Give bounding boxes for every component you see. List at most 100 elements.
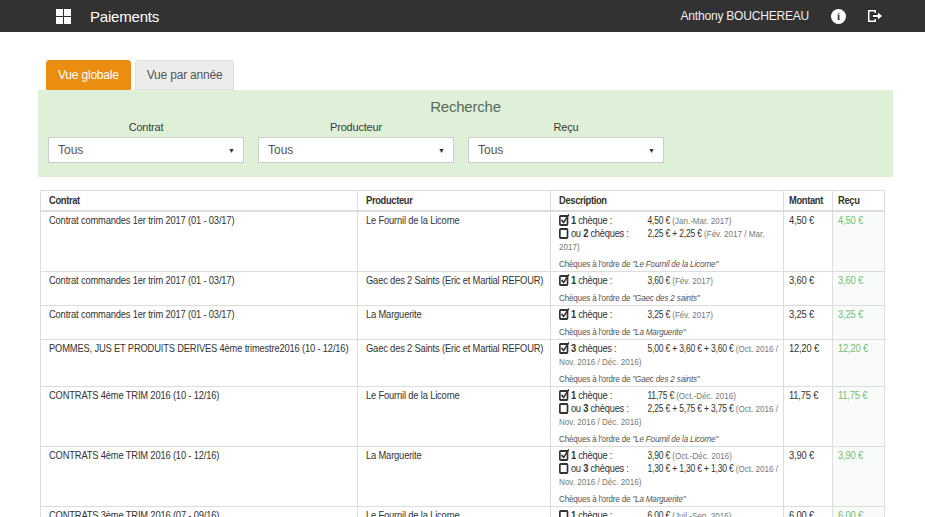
- column-header-recu: Reçu: [833, 191, 885, 212]
- user-name: Anthony BOUCHEREAU: [681, 9, 809, 23]
- montant-cell: 3,90 €: [784, 447, 833, 507]
- cheque-option: 1 chèque :3,90 € (Oct.-Déc. 2016): [559, 449, 779, 462]
- cheque-amount: 3,25 €: [647, 309, 672, 320]
- payments-table: ContratProducteurDescriptionMontantReçu …: [40, 190, 885, 517]
- contrat-cell: CONTRATS 3ème TRIM 2016 (07 - 09/16): [41, 507, 358, 517]
- search-panel: Recherche Contrat Tous▼ Producteur Tous▼ Reç…: [38, 90, 893, 177]
- tab-vue-par-annee[interactable]: Vue par année: [135, 60, 235, 90]
- description-cell: 1 chèque :3,25 € (Fév. 2017) Chèques à l'…: [551, 306, 784, 340]
- cheque-option: ou 2 chèques :2,25 € + 2,25 € (Fév. 2017…: [559, 227, 779, 253]
- info-icon[interactable]: i: [831, 9, 846, 24]
- description-cell: 1 chèque :4,50 € (Jan.-Mar. 2017)ou 2 ch…: [551, 211, 784, 272]
- table-header-row: ContratProducteurDescriptionMontantReçu: [41, 191, 885, 212]
- cheque-amount: 3,90 €: [647, 450, 672, 461]
- cheque-period: (Oct.-Déc. 2016): [676, 390, 736, 401]
- column-header-prod: Producteur: [358, 191, 551, 212]
- cheque-option: ou 3 chèques :2,25 € + 5,75 € + 3,75 € (…: [559, 402, 779, 428]
- top-bar: Paiements Anthony BOUCHEREAU i: [0, 0, 925, 32]
- checkbox-unchecked-icon: [559, 510, 568, 517]
- cheque-option: 3 chèques :5,00 € + 3,60 € + 3,60 € (Oct…: [559, 342, 779, 368]
- cheque-amount: 5,00 € + 3,60 € + 3,60 €: [647, 343, 735, 354]
- cheque-period: (Jan.-Mar. 2017): [672, 215, 731, 226]
- description-cell: 1 chèque :3,90 € (Oct.-Déc. 2016)ou 3 ch…: [551, 447, 784, 507]
- search-title: Recherche: [48, 98, 883, 115]
- table-row: CONTRATS 4ème TRIM 2016 (10 - 12/16)Le F…: [41, 387, 885, 447]
- description-cell: 3 chèques :5,00 € + 3,60 € + 3,60 € (Oct…: [551, 340, 784, 387]
- montant-cell: 6,00 €: [784, 507, 833, 517]
- cheque-period: (Fév. 2017): [672, 309, 713, 320]
- cheque-ordre-note: Chèques à l'ordre de "Gaec des 2 saints": [559, 292, 779, 303]
- tab-vue-globale[interactable]: Vue globale: [46, 60, 131, 90]
- column-header-contrat: Contrat: [41, 191, 358, 212]
- page-title: Paiements: [90, 8, 159, 25]
- recu-cell: 11,75 €: [833, 387, 885, 447]
- cheque-ordre-note: Chèques à l'ordre de "Le Fournil de la L…: [559, 433, 779, 444]
- checkbox-unchecked-icon: [559, 403, 568, 414]
- montant-cell: 3,25 €: [784, 306, 833, 340]
- cheque-option: 1 chèque :3,60 € (Fév. 2017): [559, 274, 779, 287]
- filter-select-contrat[interactable]: Tous▼: [48, 137, 244, 163]
- description-cell: 1 chèque :6,00 € (Juil.-Sep. 2016): [551, 507, 784, 517]
- table-row: CONTRATS 3ème TRIM 2016 (07 - 09/16)Le F…: [41, 507, 885, 517]
- table-row: Contrat commandes 1er trim 2017 (01 - 03…: [41, 306, 885, 340]
- contrat-cell: CONTRATS 4ème TRIM 2016 (10 - 12/16): [41, 387, 358, 447]
- cheque-amount: 2,25 € + 5,75 € + 3,75 €: [647, 403, 735, 414]
- cheque-amount: 4,50 €: [647, 215, 672, 226]
- contrat-cell: POMMES, JUS ET PRODUITS DERIVES 4ème tri…: [41, 340, 358, 387]
- cheque-option: ou 3 chèques :1,30 € + 1,30 € + 1,30 € (…: [559, 462, 779, 488]
- cheque-option: 1 chèque :6,00 € (Juil.-Sep. 2016): [559, 509, 779, 517]
- chevron-down-icon: ▼: [648, 147, 655, 154]
- recu-cell: 12,20 €: [833, 340, 885, 387]
- cheque-ordre-note: Chèques à l'ordre de "Le Fournil de la L…: [559, 258, 779, 269]
- column-header-mont: Montant: [784, 191, 833, 212]
- checkbox-unchecked-icon: [559, 228, 568, 239]
- producteur-cell: Le Fournil de la Licorne: [358, 507, 551, 517]
- filter-label: Producteur: [258, 121, 454, 133]
- cheque-period: (Juil.-Sep. 2016): [672, 510, 731, 517]
- contrat-cell: Contrat commandes 1er trim 2017 (01 - 03…: [41, 211, 358, 272]
- filter-select-reçu[interactable]: Tous▼: [468, 137, 664, 163]
- table-row: CONTRATS 4ème TRIM 2016 (10 - 12/16)La M…: [41, 447, 885, 507]
- cheque-period: (Fév. 2017): [672, 275, 713, 286]
- checkbox-checked-icon: [559, 215, 568, 226]
- montant-cell: 11,75 €: [784, 387, 833, 447]
- cheque-amount: 1,30 € + 1,30 € + 1,30 €: [647, 463, 735, 474]
- table-row: POMMES, JUS ET PRODUITS DERIVES 4ème tri…: [41, 340, 885, 387]
- description-cell: 1 chèque :11,75 € (Oct.-Déc. 2016)ou 3 c…: [551, 387, 784, 447]
- contrat-cell: Contrat commandes 1er trim 2017 (01 - 03…: [41, 306, 358, 340]
- contrat-cell: Contrat commandes 1er trim 2017 (01 - 03…: [41, 272, 358, 306]
- producteur-cell: Gaec des 2 Saints (Eric et Martial REFOU…: [358, 272, 551, 306]
- filter-select-producteur[interactable]: Tous▼: [258, 137, 454, 163]
- checkbox-unchecked-icon: [559, 463, 568, 474]
- contrat-cell: CONTRATS 4ème TRIM 2016 (10 - 12/16): [41, 447, 358, 507]
- cheque-amount: 11,75 €: [647, 390, 676, 401]
- checkbox-checked-icon: [559, 275, 568, 286]
- recu-cell: 3,25 €: [833, 306, 885, 340]
- cheque-ordre-note: Chèques à l'ordre de "La Marguerite": [559, 326, 779, 337]
- chevron-down-icon: ▼: [438, 147, 445, 154]
- table-row: Contrat commandes 1er trim 2017 (01 - 03…: [41, 272, 885, 306]
- producteur-cell: Le Fournil de la Licorne: [358, 211, 551, 272]
- producteur-cell: Gaec des 2 Saints (Eric et Martial REFOU…: [358, 340, 551, 387]
- recu-cell: 6,00 €: [833, 507, 885, 517]
- view-tabs: Vue globaleVue par année: [46, 60, 885, 90]
- column-header-desc: Description: [551, 191, 784, 212]
- chevron-down-icon: ▼: [228, 147, 235, 154]
- cheque-option: 1 chèque :4,50 € (Jan.-Mar. 2017): [559, 214, 779, 227]
- cheque-period: (Oct.-Déc. 2016): [672, 450, 732, 461]
- checkbox-checked-icon: [559, 390, 568, 401]
- table-row: Contrat commandes 1er trim 2017 (01 - 03…: [41, 211, 885, 272]
- recu-cell: 3,60 €: [833, 272, 885, 306]
- montant-cell: 3,60 €: [784, 272, 833, 306]
- cheque-amount: 2,25 € + 2,25 €: [647, 228, 704, 239]
- recu-cell: 4,50 €: [833, 211, 885, 272]
- montant-cell: 4,50 €: [784, 211, 833, 272]
- filter-label: Reçu: [468, 121, 664, 133]
- apps-grid-icon[interactable]: [56, 9, 71, 24]
- cheque-option: 1 chèque :3,25 € (Fév. 2017): [559, 308, 779, 321]
- producteur-cell: La Marguerite: [358, 306, 551, 340]
- recu-cell: 3,90 €: [833, 447, 885, 507]
- logout-icon[interactable]: [866, 8, 882, 24]
- filter-label: Contrat: [48, 121, 244, 133]
- producteur-cell: La Marguerite: [358, 447, 551, 507]
